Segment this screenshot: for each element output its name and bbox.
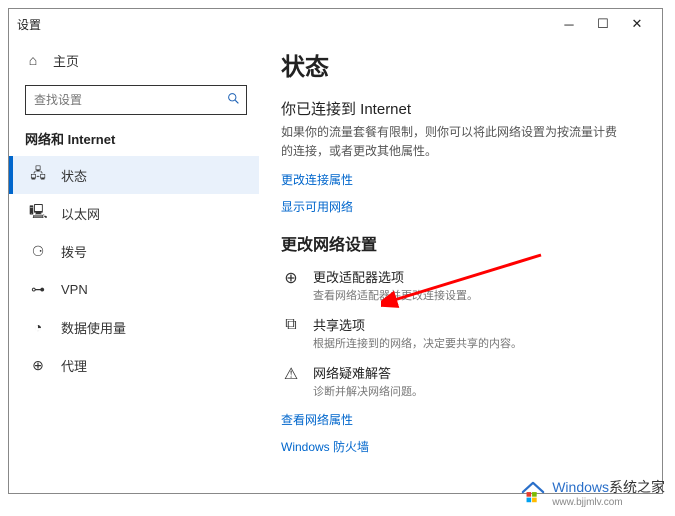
titlebar: 设置 ─ ☐ ✕: [9, 9, 662, 39]
home-label: 主页: [53, 51, 79, 70]
watermark: Windows系统之家 www.bjjmlv.com: [520, 477, 665, 508]
close-button[interactable]: ✕: [620, 10, 654, 38]
window-title: 设置: [17, 16, 41, 33]
sidebar: ⌂ 主页 网络和 Internet 🖧 状态 🖳 以太网: [9, 39, 259, 493]
option-desc: 根据所连接到的网络，决定要共享的内容。: [313, 335, 522, 351]
sidebar-item-label: 状态: [61, 166, 87, 185]
show-networks-link[interactable]: 显示可用网络: [281, 198, 654, 215]
ethernet-icon: 🖳: [29, 201, 47, 225]
proxy-icon: ⊕: [29, 357, 47, 374]
sidebar-item-label: 代理: [61, 356, 87, 375]
page-heading: 状态: [281, 47, 654, 82]
dialup-icon: ⚆: [29, 243, 47, 260]
sidebar-item-label: 拨号: [61, 242, 87, 261]
change-connection-props-link[interactable]: 更改连接属性: [281, 171, 654, 188]
sidebar-item-datausage[interactable]: ◔ 数据使用量: [9, 308, 259, 346]
home-link[interactable]: ⌂ 主页: [25, 43, 259, 77]
option-adapter[interactable]: ⊕ 更改适配器选项 查看网络适配器并更改连接设置。: [281, 267, 654, 303]
option-sharing[interactable]: ⧉ 共享选项 根据所连接到的网络，决定要共享的内容。: [281, 315, 654, 351]
sidebar-item-label: VPN: [61, 282, 88, 297]
change-settings-heading: 更改网络设置: [281, 231, 654, 255]
option-title: 网络疑难解答: [313, 363, 423, 382]
search-icon: [227, 92, 240, 108]
watermark-logo-icon: [520, 481, 546, 505]
sidebar-item-proxy[interactable]: ⊕ 代理: [9, 346, 259, 384]
firewall-link[interactable]: Windows 防火墙: [281, 438, 654, 455]
settings-window: 设置 ─ ☐ ✕ ⌂ 主页 网络和 Internet 🖧 状态: [8, 8, 663, 494]
option-troubleshoot[interactable]: ⚠ 网络疑难解答 诊断并解决网络问题。: [281, 363, 654, 399]
sidebar-item-ethernet[interactable]: 🖳 以太网: [9, 194, 259, 232]
connected-title: 你已连接到 Internet: [281, 98, 654, 119]
status-icon: 🖧: [29, 163, 47, 187]
datausage-icon: ◔: [29, 319, 47, 335]
option-title: 更改适配器选项: [313, 267, 478, 286]
window-body: ⌂ 主页 网络和 Internet 🖧 状态 🖳 以太网: [9, 39, 662, 493]
adapter-icon: ⊕: [281, 267, 301, 288]
vpn-icon: ⊶: [29, 281, 47, 298]
network-props-link[interactable]: 查看网络属性: [281, 411, 654, 428]
sidebar-item-label: 以太网: [61, 204, 100, 223]
sidebar-nav: 🖧 状态 🖳 以太网 ⚆ 拨号 ⊶ VPN ◔ 数据使用量: [9, 156, 259, 384]
search-input[interactable]: [26, 86, 246, 114]
sidebar-item-dialup[interactable]: ⚆ 拨号: [9, 232, 259, 270]
option-desc: 诊断并解决网络问题。: [313, 383, 423, 399]
maximize-button[interactable]: ☐: [586, 10, 620, 38]
watermark-brand: Windows系统之家: [552, 479, 665, 495]
search-box[interactable]: [25, 85, 247, 115]
home-icon: ⌂: [25, 52, 41, 68]
sidebar-item-label: 数据使用量: [61, 318, 126, 337]
main-content: 状态 你已连接到 Internet 如果你的流量套餐有限制，则你可以将此网络设置…: [259, 39, 662, 493]
sidebar-item-vpn[interactable]: ⊶ VPN: [9, 270, 259, 308]
minimize-button[interactable]: ─: [552, 10, 586, 38]
option-desc: 查看网络适配器并更改连接设置。: [313, 287, 478, 303]
connected-desc: 如果你的流量套餐有限制，则你可以将此网络设置为按流量计费的连接，或者更改其他属性…: [281, 123, 621, 161]
troubleshoot-icon: ⚠: [281, 363, 301, 384]
sharing-icon: ⧉: [281, 315, 301, 334]
option-title: 共享选项: [313, 315, 522, 334]
sidebar-item-status[interactable]: 🖧 状态: [9, 156, 259, 194]
watermark-url: www.bjjmlv.com: [552, 497, 665, 508]
sidebar-section-title: 网络和 Internet: [25, 129, 259, 148]
